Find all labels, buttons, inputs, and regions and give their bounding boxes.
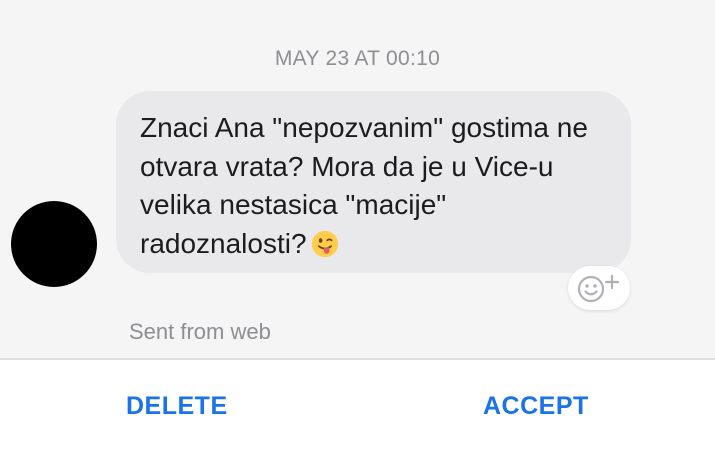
message-timestamp: MAY 23 AT 00:10 [274, 47, 441, 70]
chat-area: MAY 23 AT 00:10 Znaci Ana "nepozvanim" g… [0, 0, 715, 358]
smiley-plus-icon [577, 274, 620, 303]
sent-from-label: Sent from web [129, 319, 271, 344]
divider [0, 358, 715, 360]
avatar[interactable] [11, 201, 97, 287]
face-with-tongue-emoji [311, 230, 338, 257]
accept-button[interactable]: ACCEPT [479, 390, 593, 423]
message-bubble[interactable]: Znaci Ana "nepozvanim" gostima ne otvara… [116, 91, 631, 273]
add-reaction-button[interactable] [568, 266, 630, 310]
delete-button[interactable]: DELETE [122, 390, 232, 423]
message-text: Znaci Ana "nepozvanim" gostima ne otvara… [140, 112, 588, 259]
